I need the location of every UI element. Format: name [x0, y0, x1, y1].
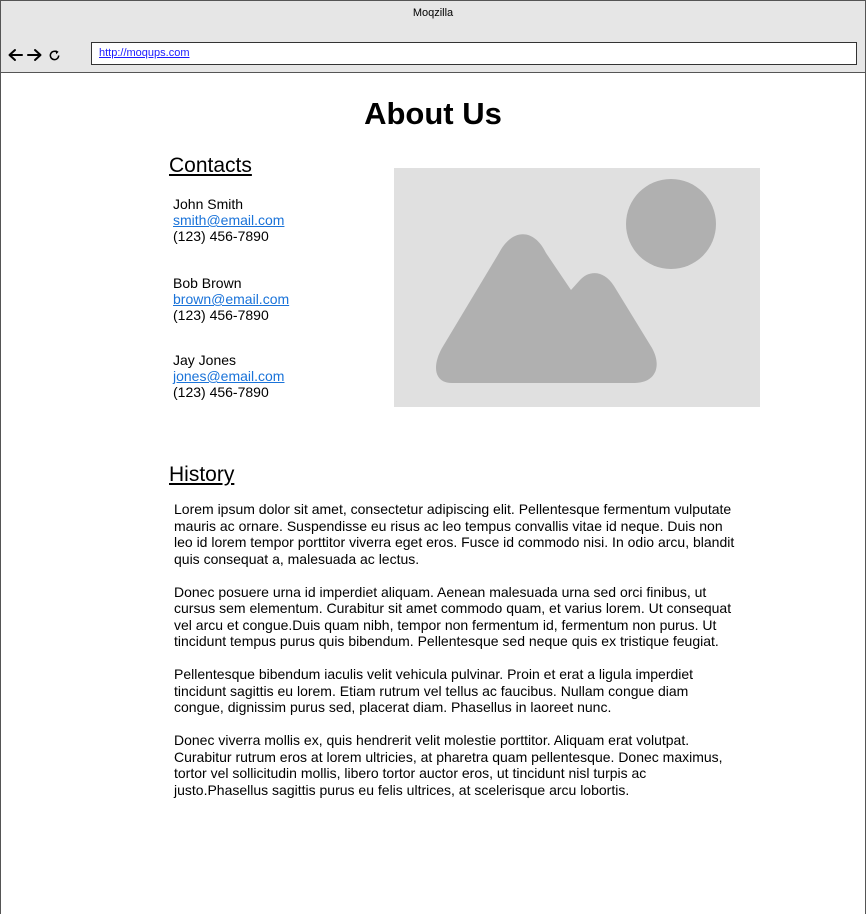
contact-email-link[interactable]: smith@email.com	[173, 212, 284, 228]
contact-phone: (123) 456-7890	[173, 384, 269, 400]
arrow-right-icon	[27, 49, 42, 61]
arrow-left-icon	[8, 49, 23, 61]
contact-email-link[interactable]: brown@email.com	[173, 291, 289, 307]
reload-icon	[49, 49, 59, 60]
address-url[interactable]: http://moqups.com	[99, 47, 190, 59]
contact-name: Jay Jones	[173, 352, 237, 368]
history-paragraph: Donec viverra mollis ex, quis hendrerit …	[174, 732, 723, 798]
browser-window: Moqzilla http://moqups.com About Us Cont…	[0, 0, 866, 914]
forward-button[interactable]	[25, 37, 45, 73]
contact-name: John Smith	[173, 196, 244, 212]
history-heading: History	[169, 463, 235, 486]
contact-card: Bob Brown brown@email.com (123) 456-7890	[173, 275, 289, 323]
contact-card: John Smith smith@email.com (123) 456-789…	[173, 196, 284, 244]
contacts-heading: Contacts	[169, 154, 252, 177]
contact-phone: (123) 456-7890	[173, 228, 269, 244]
image-placeholder	[394, 168, 760, 407]
contact-phone: (123) 456-7890	[173, 307, 269, 323]
history-paragraph: Donec posuere urna id imperdiet aliquam.…	[174, 583, 732, 650]
contact-email-link[interactable]: jones@email.com	[173, 368, 284, 384]
history-text: Lorem ipsum dolor sit amet, consectetur …	[174, 501, 736, 815]
image-placeholder-icon	[436, 179, 716, 383]
history-paragraph: Pellentesque bibendum iaculis velit vehi…	[174, 666, 694, 715]
contact-name: Bob Brown	[173, 275, 242, 291]
reload-button[interactable]	[45, 37, 63, 73]
contact-card: Jay Jones jones@email.com (123) 456-7890	[173, 352, 284, 400]
window-title: Moqzilla	[412, 7, 454, 19]
title-bar: Moqzilla	[1, 1, 865, 37]
back-button[interactable]	[5, 37, 25, 73]
history-paragraph: Lorem ipsum dolor sit amet, consectetur …	[174, 501, 735, 567]
page-content: About Us Contacts John Smith smith@email…	[1, 74, 865, 915]
address-bar[interactable]: http://moqups.com	[91, 42, 857, 65]
page-title: About Us	[364, 96, 502, 131]
